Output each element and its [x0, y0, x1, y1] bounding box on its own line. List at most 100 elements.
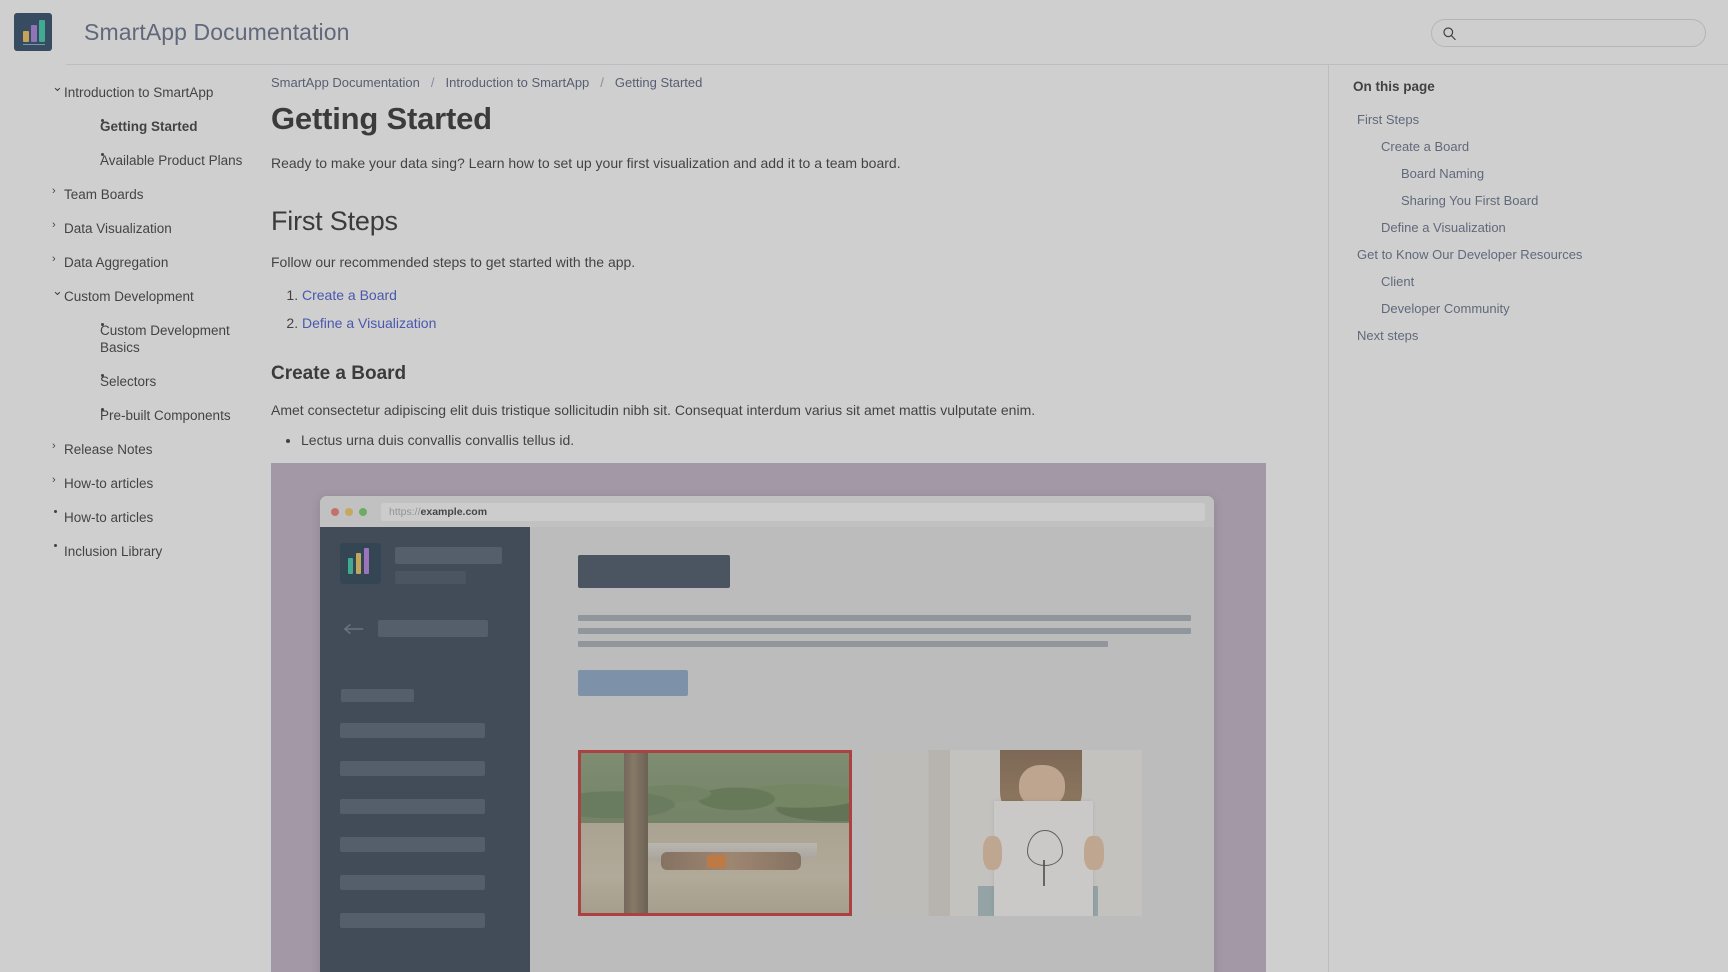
- placeholder-line: [578, 641, 1108, 647]
- mock-nav-placeholders: [340, 723, 530, 928]
- toc-item-board-naming[interactable]: Board Naming: [1353, 160, 1728, 187]
- close-dot-icon: [331, 508, 339, 516]
- sidebar-item-label: How-to articles: [64, 509, 153, 526]
- chevron-down-icon[interactable]: ⌄: [52, 82, 61, 91]
- search-box[interactable]: [1431, 19, 1706, 47]
- placeholder-bar: [340, 761, 485, 776]
- sidebar-item-label: Custom Development Basics: [100, 322, 260, 356]
- placeholder-bar: [395, 547, 502, 564]
- sidebar-item-available-product-plans[interactable]: Available Product Plans: [0, 143, 270, 177]
- sidebar-item-label: Custom Development: [64, 288, 194, 305]
- chevron-right-icon[interactable]: ›: [52, 476, 61, 485]
- photo-shorts: [707, 855, 726, 868]
- page-lead-text: Ready to make your data sing? Learn how …: [271, 153, 1328, 173]
- maximize-dot-icon: [359, 508, 367, 516]
- toc-item-define-a-visualization[interactable]: Define a Visualization: [1353, 214, 1728, 241]
- photo-foliage: [581, 753, 849, 827]
- section-heading-create-a-board: Create a Board: [271, 363, 1328, 385]
- mock-app-sidebar: [320, 527, 530, 972]
- placeholder-bar: [340, 837, 485, 852]
- toc-item-client[interactable]: Client: [1353, 268, 1728, 295]
- url-host: example.com: [421, 506, 488, 518]
- minimize-dot-icon: [345, 508, 353, 516]
- sidebar-item-label: Data Aggregation: [64, 254, 168, 271]
- photo-flower-drawing: [1027, 830, 1063, 867]
- sidebar-item-custom-development-basics[interactable]: Custom Development Basics: [0, 313, 270, 364]
- chevron-right-icon[interactable]: ›: [52, 255, 61, 264]
- sidebar-item-label: Selectors: [100, 373, 156, 390]
- page-title: Getting Started: [271, 101, 1328, 137]
- create-board-paragraph: Amet consectetur adipiscing elit duis tr…: [271, 400, 1328, 420]
- photo-flower-stem: [1043, 860, 1044, 887]
- breadcrumb-item-1[interactable]: Introduction to SmartApp: [445, 75, 589, 90]
- bullet-icon: [101, 408, 104, 411]
- mock-logo-bar-green: [348, 558, 353, 574]
- link-create-a-board[interactable]: Create a Board: [302, 287, 397, 303]
- first-steps-list: Create a Board Define a Visualization: [271, 285, 1328, 333]
- sidebar-item-label: Team Boards: [64, 186, 144, 203]
- placeholder-bar: [378, 620, 488, 637]
- breadcrumb-item-2[interactable]: Getting Started: [615, 75, 702, 90]
- first-steps-intro: Follow our recommended steps to get star…: [271, 252, 1328, 272]
- sidebar-item-selectors[interactable]: Selectors: [0, 364, 270, 398]
- placeholder-bar: [340, 723, 485, 738]
- toc-item-next-steps[interactable]: Next steps: [1353, 322, 1728, 349]
- photo-hand: [1084, 836, 1103, 869]
- browser-url-bar: https://example.com: [381, 503, 1205, 521]
- logo-container[interactable]: [0, 0, 66, 65]
- page-root: SmartApp Documentation ⌄Introduction to …: [0, 0, 1728, 972]
- sidebar-item-release-notes[interactable]: ›Release Notes: [0, 432, 270, 466]
- search-input[interactable]: [1464, 26, 1695, 41]
- sidebar-item-pre-built-components[interactable]: Pre-built Components: [0, 398, 270, 432]
- bullet-icon: [54, 544, 57, 547]
- bullet-icon: [101, 153, 104, 156]
- chevron-right-icon[interactable]: ›: [52, 442, 61, 451]
- sidebar-item-how-to-articles[interactable]: How-to articles: [0, 500, 270, 534]
- sidebar-item-introduction-to-smartapp[interactable]: ⌄Introduction to SmartApp: [0, 75, 270, 109]
- site-title: SmartApp Documentation: [84, 19, 350, 46]
- sidebar-item-data-visualization[interactable]: ›Data Visualization: [0, 211, 270, 245]
- toc-item-sharing-you-first-board[interactable]: Sharing You First Board: [1353, 187, 1728, 214]
- hammock-photo[interactable]: [578, 750, 852, 916]
- main-content: SmartApp Documentation / Introduction to…: [271, 65, 1328, 972]
- breadcrumb-item-0[interactable]: SmartApp Documentation: [271, 75, 420, 90]
- toc-title: On this page: [1353, 79, 1728, 94]
- toc-item-create-a-board[interactable]: Create a Board: [1353, 133, 1728, 160]
- on-this-page-panel: On this page First StepsCreate a BoardBo…: [1328, 65, 1728, 972]
- sidebar-item-custom-development[interactable]: ⌄Custom Development: [0, 279, 270, 313]
- mock-logo-bar-yellow: [356, 553, 361, 574]
- browser-title-bar: https://example.com: [320, 496, 1214, 527]
- list-item: Create a Board: [302, 285, 1328, 305]
- toc-item-get-to-know-our-developer-resources[interactable]: Get to Know Our Developer Resources: [1353, 241, 1728, 268]
- sidebar-item-team-boards[interactable]: ›Team Boards: [0, 177, 270, 211]
- placeholder-line: [578, 628, 1191, 634]
- sidebar-nav[interactable]: ⌄Introduction to SmartApp Getting Started…: [0, 65, 271, 972]
- breadcrumb: SmartApp Documentation / Introduction to…: [271, 65, 1328, 90]
- breadcrumb-separator: /: [431, 75, 435, 90]
- bullet-icon: [101, 119, 104, 122]
- link-define-a-visualization[interactable]: Define a Visualization: [302, 315, 436, 331]
- woman-drawing-photo[interactable]: [868, 750, 1142, 916]
- sidebar-item-data-aggregation[interactable]: ›Data Aggregation: [0, 245, 270, 279]
- list-item: Define a Visualization: [302, 313, 1328, 333]
- sidebar-item-getting-started[interactable]: Getting Started: [0, 109, 270, 143]
- chevron-right-icon[interactable]: ›: [52, 187, 61, 196]
- toc-item-developer-community[interactable]: Developer Community: [1353, 295, 1728, 322]
- placeholder-line: [578, 615, 1191, 621]
- chevron-down-icon[interactable]: ⌄: [52, 286, 61, 295]
- bullet-icon: [101, 323, 104, 326]
- sidebar-item-how-to-articles[interactable]: ›How-to articles: [0, 466, 270, 500]
- sidebar-item-inclusion-library[interactable]: Inclusion Library: [0, 534, 270, 568]
- mock-app-content: [530, 527, 1214, 972]
- list-item: Lectus urna duis convallis convallis tel…: [301, 430, 1328, 450]
- chevron-right-icon[interactable]: ›: [52, 221, 61, 230]
- toc-item-first-steps[interactable]: First Steps: [1353, 106, 1728, 133]
- placeholder-header-block: [578, 555, 730, 588]
- sidebar-item-label: Data Visualization: [64, 220, 172, 237]
- photo-hand: [983, 836, 1002, 869]
- sidebar-item-label: How-to articles: [64, 475, 153, 492]
- figure-browser-mockup: https://example.com: [271, 463, 1266, 972]
- sidebar-item-label: Release Notes: [64, 441, 153, 458]
- sidebar-item-label: Inclusion Library: [64, 543, 162, 560]
- sidebar-item-label: Getting Started: [100, 118, 198, 135]
